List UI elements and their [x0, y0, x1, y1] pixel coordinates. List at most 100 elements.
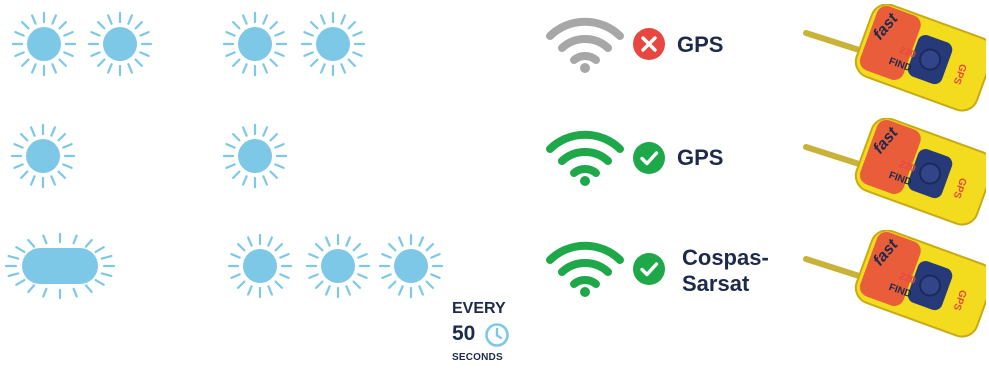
light-ray [262, 175, 268, 186]
light-ray [20, 133, 29, 142]
light-ray [237, 280, 246, 289]
light-ray [139, 51, 150, 57]
row3-label: Cospas- Sarsat [682, 245, 769, 297]
light-ray [325, 285, 331, 296]
light-ray [325, 236, 331, 247]
light-ray [90, 51, 101, 57]
light-ray [21, 58, 30, 67]
light-ray [58, 58, 67, 67]
light-ray [347, 58, 356, 67]
light-ray [425, 243, 434, 252]
light-ray [42, 234, 48, 245]
interval-timer: EVERY 50 SECONDS [452, 298, 522, 368]
light-ray [310, 21, 319, 30]
light-ray [267, 236, 273, 247]
light-ray [269, 21, 278, 30]
plb-beacon-device: fast FIND 220 GPS [803, 118, 986, 226]
light-ray [274, 243, 283, 252]
light-ray [303, 31, 314, 37]
clock-icon [485, 323, 509, 347]
light-ray [262, 63, 268, 74]
wifi-off-icon [546, 17, 624, 73]
light-ray [13, 143, 24, 149]
light-ray [225, 31, 236, 37]
light-ray [225, 51, 236, 57]
light-ray [84, 239, 93, 248]
light-ray [51, 63, 57, 74]
light-ray [274, 51, 285, 57]
flash-lamp-row3-right-2 [305, 233, 371, 299]
light-ray [14, 31, 25, 37]
light-ray [72, 287, 78, 298]
flash-lamp-row3-right-3 [378, 233, 444, 299]
light-ray [357, 253, 368, 259]
light-ray [352, 31, 363, 37]
light-ray [63, 51, 74, 57]
row1-label: GPS [677, 32, 723, 58]
light-ray [345, 285, 351, 296]
flash-lamp-row2-right-1 [222, 123, 288, 189]
light-ray [398, 236, 404, 247]
light-ray [100, 272, 113, 277]
flash-lamp-row1-right-1 [222, 11, 288, 77]
light-ray [15, 279, 26, 286]
light-ray [15, 246, 26, 253]
light-ray [57, 170, 66, 179]
wifi-on-icon [546, 130, 624, 186]
light-ray [430, 273, 441, 279]
light-ray [127, 63, 133, 74]
light-ray [430, 253, 441, 259]
light-ray [242, 126, 248, 137]
light-ray [30, 126, 36, 137]
timer-interval-value: 50 [452, 322, 476, 345]
light-ray [247, 236, 253, 247]
light-ray [425, 280, 434, 289]
light-ray [27, 239, 36, 248]
light-ray [242, 63, 248, 74]
light-ray [31, 14, 37, 25]
light-ray [308, 273, 319, 279]
light-ray [50, 175, 56, 186]
light-ray [7, 272, 20, 277]
row2-label-line1: GPS [677, 145, 724, 170]
check-icon [633, 253, 665, 285]
row3-label-line1: Cospas- [682, 245, 769, 270]
light-ray [398, 285, 404, 296]
light-ray [62, 143, 73, 149]
plb-beacon-device: fast FIND 220 GPS [803, 230, 986, 338]
light-ray [232, 58, 241, 67]
light-ray [418, 236, 424, 247]
light-ray [262, 126, 268, 137]
cross-icon [633, 28, 665, 60]
light-ray [50, 126, 56, 137]
light-ray [57, 133, 66, 142]
light-ray [94, 279, 105, 286]
light-ray [269, 58, 278, 67]
light-ray [230, 273, 241, 279]
long-flash-lamp-row3-left [4, 232, 116, 300]
light-ray [13, 163, 24, 169]
light-ray [14, 51, 25, 57]
light-ray [340, 14, 346, 25]
flash-lamp-row1-right-2 [300, 11, 366, 77]
light-ray [225, 163, 236, 169]
flash-lamp-row1-left-1 [11, 11, 77, 77]
light-ray [308, 253, 319, 259]
light-ray [269, 170, 278, 179]
light-ray [274, 280, 283, 289]
light-ray [97, 58, 106, 67]
light-ray [315, 280, 324, 289]
light-ray [230, 253, 241, 259]
light-ray [269, 133, 278, 142]
light-ray [320, 63, 326, 74]
timer-every-label: EVERY [452, 300, 506, 317]
light-ray [352, 243, 361, 252]
light-ray [274, 31, 285, 37]
light-ray [232, 133, 241, 142]
light-ray [320, 14, 326, 25]
light-ray [84, 284, 93, 293]
light-ray [274, 143, 285, 149]
light-ray [237, 243, 246, 252]
light-ray [58, 21, 67, 30]
light-ray [31, 63, 37, 74]
